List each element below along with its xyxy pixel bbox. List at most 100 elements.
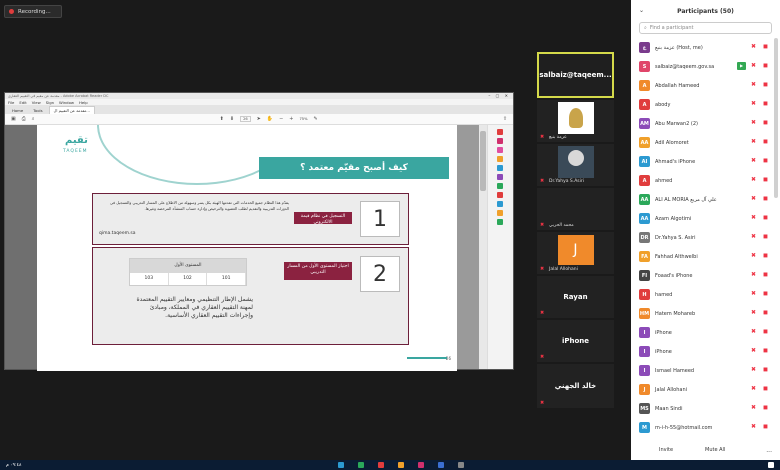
video-off-icon[interactable]: ◼ (761, 404, 770, 412)
explorer-app-icon[interactable] (397, 462, 404, 468)
mic-muted-icon[interactable]: ✖ (749, 328, 758, 336)
protect-icon[interactable] (497, 192, 503, 198)
word-app-icon[interactable] (437, 462, 444, 468)
participant-row[interactable]: J Jalal Allohani ✖ ◼ (631, 380, 772, 399)
participant-row[interactable]: A Abdallah Hameed ✖ ◼ (631, 76, 772, 95)
video-off-icon[interactable]: ◼ (761, 195, 770, 203)
document-scrollbar[interactable] (479, 125, 487, 369)
video-off-icon[interactable]: ◼ (761, 214, 770, 222)
zoom-app-icon[interactable] (337, 462, 344, 468)
mic-muted-icon[interactable]: ✖ (749, 366, 758, 374)
mic-muted-icon[interactable]: ✖ (749, 347, 758, 355)
mic-muted-icon[interactable]: ✖ (749, 138, 758, 146)
participant-row[interactable]: IiPhone ✖ ◼ (631, 342, 772, 361)
participant-row[interactable]: I Ismael Hameed ✖ ◼ (631, 361, 772, 380)
video-tile[interactable]: ✖ محمد الحربي (537, 188, 614, 230)
hand-icon[interactable]: ✋ (267, 116, 273, 122)
export-pdf-icon[interactable] (497, 129, 503, 135)
participant-row[interactable]: MS Maan Sindi ✖ ◼ (631, 399, 772, 418)
video-tile[interactable]: Rayan ✖ (537, 276, 614, 318)
participant-row[interactable]: AA Azam Algotimi ✖ ◼ (631, 209, 772, 228)
mic-muted-icon[interactable]: ✖ (749, 100, 758, 108)
search-icon[interactable]: ⌕ (32, 116, 35, 122)
combine-files-icon[interactable] (497, 165, 503, 171)
video-off-icon[interactable]: ◼ (761, 43, 770, 51)
mic-muted-icon[interactable]: ✖ (749, 157, 758, 165)
participant-row[interactable]: AA Adil Alomoret ✖ ◼ (631, 133, 772, 152)
video-tile[interactable]: ✖ Dr.Yahya S.Asiri (537, 144, 614, 186)
scan-ocr-icon[interactable] (497, 183, 503, 189)
comment-icon[interactable]: ✎ (314, 116, 318, 122)
menu-edit[interactable]: Edit (19, 100, 26, 105)
send-icon[interactable] (497, 210, 503, 216)
video-tile[interactable]: iPhone ✖ (537, 320, 614, 362)
excel-app-icon[interactable] (357, 462, 364, 468)
video-tile-active[interactable]: salbaiz@taqeem... (537, 52, 614, 98)
save-icon[interactable]: ▣ (11, 116, 16, 122)
video-on-icon[interactable]: ▶ (737, 62, 746, 70)
participant-row[interactable]: AI Ahmad's iPhone ✖ ◼ (631, 152, 772, 171)
video-off-icon[interactable]: ◼ (761, 385, 770, 393)
prev-page-icon[interactable]: ⬆ (220, 116, 224, 122)
mic-muted-icon[interactable]: ✖ (749, 233, 758, 241)
collapse-chevron-icon[interactable]: ⌄ (639, 7, 644, 14)
video-off-icon[interactable]: ◼ (761, 119, 770, 127)
participant-row[interactable]: ع عزمة بنبع (Host, me) ✖ ◼ (631, 38, 772, 57)
page-number-field[interactable]: 26 (240, 116, 251, 122)
video-tile[interactable]: ✖ عزمة بنبع (537, 100, 614, 142)
participant-row[interactable]: FA Fahhad Althwelbi ✖ ◼ (631, 247, 772, 266)
mic-muted-icon[interactable]: ✖ (749, 195, 758, 203)
video-off-icon[interactable]: ◼ (761, 366, 770, 374)
fill-sign-icon[interactable] (497, 201, 503, 207)
mic-muted-icon[interactable]: ✖ (749, 62, 758, 70)
mic-muted-icon[interactable]: ✖ (749, 119, 758, 127)
video-off-icon[interactable]: ◼ (761, 157, 770, 165)
mic-muted-icon[interactable]: ✖ (749, 271, 758, 279)
video-off-icon[interactable]: ◼ (761, 81, 770, 89)
menu-view[interactable]: View (32, 100, 41, 105)
next-page-icon[interactable]: ⬇ (230, 116, 234, 122)
video-off-icon[interactable]: ◼ (761, 328, 770, 336)
tab-home[interactable]: Home (8, 107, 27, 114)
mic-muted-icon[interactable]: ✖ (749, 43, 758, 51)
powerpoint-app-icon[interactable] (417, 462, 424, 468)
participant-row[interactable]: FI Foaad's iPhone ✖ ◼ (631, 266, 772, 285)
edit-pdf-icon[interactable] (497, 147, 503, 153)
more-tools-icon[interactable] (497, 219, 503, 225)
mute-all-button[interactable]: Mute All (701, 445, 729, 455)
zoom-level[interactable]: 75% (300, 117, 308, 121)
organize-pages-icon[interactable] (497, 174, 503, 180)
acrobat-app-icon[interactable] (377, 462, 384, 468)
menu-window[interactable]: Window (59, 100, 74, 105)
mic-muted-icon[interactable]: ✖ (749, 214, 758, 222)
participant-row[interactable]: IiPhone ✖ ◼ (631, 323, 772, 342)
video-off-icon[interactable]: ◼ (761, 100, 770, 108)
participant-row[interactable]: DR Dr.Yahya S. Asiri ✖ ◼ (631, 228, 772, 247)
menu-file[interactable]: File (8, 100, 14, 105)
video-off-icon[interactable]: ◼ (761, 423, 770, 431)
mic-muted-icon[interactable]: ✖ (749, 81, 758, 89)
tab-tools[interactable]: Tools (29, 107, 46, 114)
zoom-in-icon[interactable]: + (289, 116, 293, 122)
invite-button[interactable]: Invite (655, 445, 677, 455)
participant-row[interactable]: HM Hatem Mohareb ✖ ◼ (631, 304, 772, 323)
cursor-icon[interactable]: ➤ (257, 116, 261, 122)
participant-row[interactable]: AA ALI AL MORIA علي آل مريع ✖ ◼ (631, 190, 772, 209)
window-controls[interactable]: – ▢ ✕ (488, 93, 510, 99)
mic-muted-icon[interactable]: ✖ (749, 385, 758, 393)
video-off-icon[interactable]: ◼ (761, 309, 770, 317)
more-options-icon[interactable]: ... (766, 447, 772, 454)
edge-app-icon[interactable] (457, 462, 464, 468)
participant-row[interactable]: Mm-i-h-55@hotmail.com ✖ ◼ (631, 418, 772, 437)
mic-muted-icon[interactable]: ✖ (749, 423, 758, 431)
windows-start-icon[interactable] (768, 462, 774, 468)
comment-tool-icon[interactable] (497, 156, 503, 162)
mic-muted-icon[interactable]: ✖ (749, 176, 758, 184)
video-off-icon[interactable]: ◼ (761, 271, 770, 279)
participant-search-input[interactable]: ⌕ Find a participant (639, 22, 772, 34)
video-off-icon[interactable]: ◼ (761, 138, 770, 146)
print-icon[interactable]: ⎙ (22, 116, 26, 122)
participant-row[interactable]: Hhamed ✖ ◼ (631, 285, 772, 304)
video-off-icon[interactable]: ◼ (761, 347, 770, 355)
video-off-icon[interactable]: ◼ (761, 233, 770, 241)
